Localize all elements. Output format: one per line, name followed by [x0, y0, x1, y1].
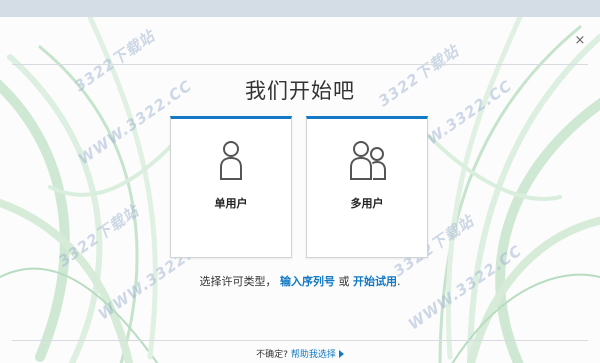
footer-question: 不确定?: [256, 350, 288, 360]
enter-serial-link[interactable]: 输入序列号: [280, 275, 335, 288]
start-trial-link[interactable]: 开始试用: [353, 275, 397, 288]
window-top-bar: [0, 0, 600, 18]
single-user-option[interactable]: 单用户: [170, 116, 292, 258]
prompt-prefix: 选择许可类型，: [199, 275, 277, 288]
license-prompt: 选择许可类型， 输入序列号 或 开始试用.: [0, 273, 600, 289]
dialog-window: WWW.3322.CC 3322下载站 WWW.3322.CC 3322下载站 …: [0, 17, 600, 363]
prompt-or: 或: [335, 275, 353, 288]
divider-top: [12, 64, 588, 65]
arrow-right-icon[interactable]: [338, 350, 344, 358]
prompt-suffix: .: [397, 275, 401, 288]
footer: 不确定? 帮助我选择: [0, 347, 600, 360]
multi-user-option[interactable]: 多用户: [306, 116, 428, 258]
dialog-title: 我们开始吧: [245, 79, 355, 103]
divider-bottom: [12, 340, 588, 341]
single-user-icon: [220, 141, 242, 180]
single-user-label: 单用户: [214, 197, 248, 210]
close-icon[interactable]: ×: [572, 33, 588, 49]
multi-user-label: 多用户: [350, 197, 384, 210]
multi-user-icon: [350, 141, 386, 180]
help-me-choose-link[interactable]: 帮助我选择: [291, 350, 336, 360]
